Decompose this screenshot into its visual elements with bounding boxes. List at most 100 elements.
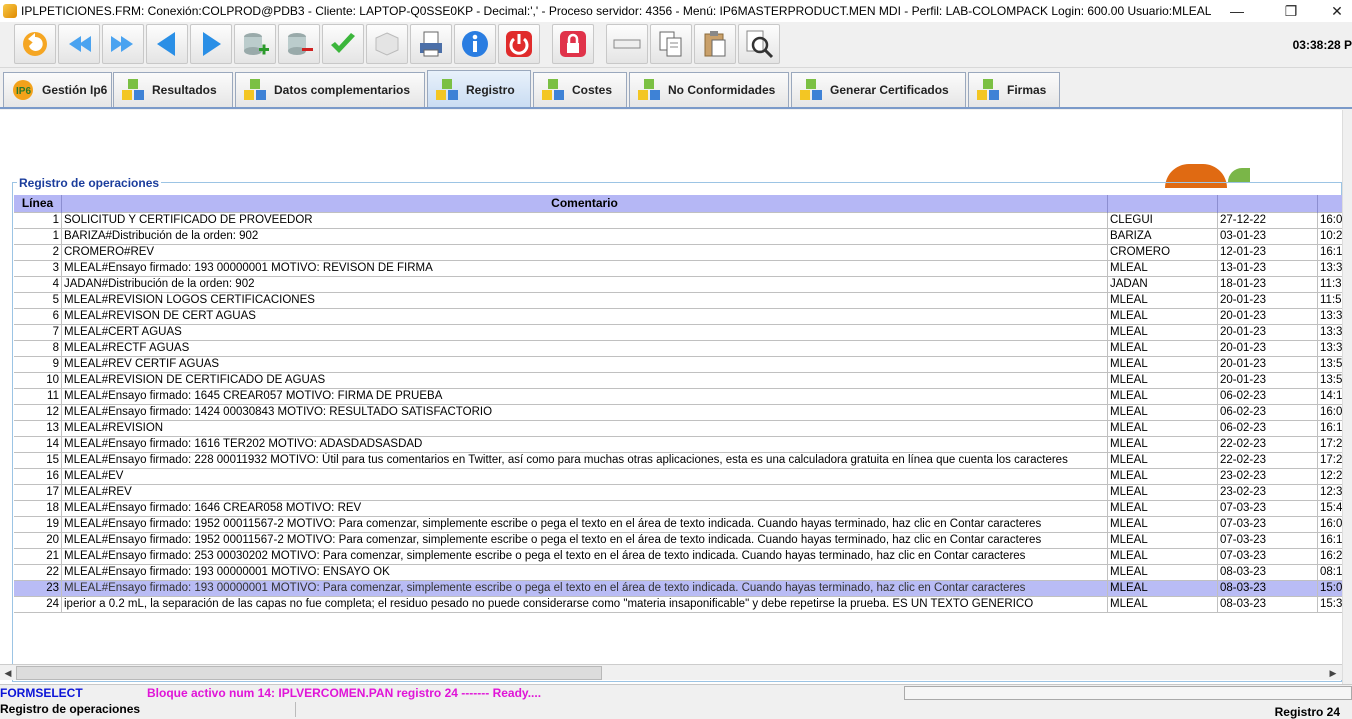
row-fecha[interactable]: 03-01-23 [1218,229,1318,245]
row-usuario[interactable]: MLEAL [1108,533,1218,549]
row-comentario[interactable]: MLEAL#Ensayo firmado: 193 00000001 MOTIV… [62,581,1108,597]
row-hora[interactable]: 13:3 [1318,341,1344,357]
table-row[interactable]: 7 MLEAL#CERT AGUAS MLEAL 20-01-23 13:3 [14,325,1344,341]
row-comentario[interactable]: MLEAL#Ensayo firmado: 1645 CREAR057 MOTI… [62,389,1108,405]
scroll-right-icon[interactable]: ▶ [1326,666,1340,680]
row-usuario[interactable]: MLEAL [1108,485,1218,501]
row-linea[interactable]: 3 [14,261,62,277]
row-usuario[interactable]: BARIZA [1108,229,1218,245]
restore-button[interactable]: ❐ [1268,0,1314,22]
row-fecha[interactable]: 23-02-23 [1218,469,1318,485]
table-row[interactable]: 10 MLEAL#REVISION DE CERTIFICADO DE AGUAS… [14,373,1344,389]
table-row[interactable]: 20 MLEAL#Ensayo firmado: 1952 00011567-2 … [14,533,1344,549]
row-hora[interactable]: 15:4 [1318,501,1344,517]
row-hora[interactable]: 13:3 [1318,325,1344,341]
paste-button[interactable] [694,24,736,64]
row-usuario[interactable]: MLEAL [1108,549,1218,565]
row-usuario[interactable]: MLEAL [1108,405,1218,421]
row-fecha[interactable]: 13-01-23 [1218,261,1318,277]
row-comentario[interactable]: JADAN#Distribución de la orden: 902 [62,277,1108,293]
undo-button[interactable] [14,24,56,64]
row-hora[interactable]: 16:2 [1318,549,1344,565]
row-hora[interactable]: 16:0 [1318,213,1344,229]
row-comentario[interactable]: iperior a 0.2 mL, la separación de las c… [62,597,1108,613]
row-fecha[interactable]: 20-01-23 [1218,293,1318,309]
row-hora[interactable]: 13:3 [1318,261,1344,277]
row-comentario[interactable]: MLEAL#RECTF AGUAS [62,341,1108,357]
table-row[interactable]: 15 MLEAL#Ensayo firmado: 228 00011932 MOT… [14,453,1344,469]
row-usuario[interactable]: MLEAL [1108,421,1218,437]
first-record-button[interactable] [58,24,100,64]
row-usuario[interactable]: MLEAL [1108,501,1218,517]
row-comentario[interactable]: MLEAL#CERT AGUAS [62,325,1108,341]
horizontal-scrollbar[interactable]: ◀ ▶ [0,664,1342,680]
table-row[interactable]: 1 BARIZA#Distribución de la orden: 902 BAR… [14,229,1344,245]
row-comentario[interactable]: MLEAL#Ensayo firmado: 253 00030202 MOTIV… [62,549,1108,565]
row-usuario[interactable]: MLEAL [1108,341,1218,357]
row-usuario[interactable]: MLEAL [1108,565,1218,581]
table-row[interactable]: 11 MLEAL#Ensayo firmado: 1645 CREAR057 MO… [14,389,1344,405]
close-button[interactable]: ✕ [1314,0,1352,22]
cube-button[interactable] [366,24,408,64]
row-comentario[interactable]: MLEAL#Ensayo firmado: 1424 00030843 MOTI… [62,405,1108,421]
header-usuario[interactable] [1108,195,1218,213]
row-usuario[interactable]: MLEAL [1108,309,1218,325]
row-hora[interactable]: 08:1 [1318,565,1344,581]
row-comentario[interactable]: MLEAL#Ensayo firmado: 228 00011932 MOTIV… [62,453,1108,469]
row-usuario[interactable]: MLEAL [1108,389,1218,405]
row-hora[interactable]: 14:1 [1318,389,1344,405]
row-linea[interactable]: 24 [14,597,62,613]
table-row[interactable]: 16 MLEAL#EV MLEAL 23-02-23 12:2 [14,469,1344,485]
row-hora[interactable]: 16:1 [1318,533,1344,549]
row-comentario[interactable]: BARIZA#Distribución de la orden: 902 [62,229,1108,245]
row-hora[interactable]: 13:5 [1318,357,1344,373]
row-comentario[interactable]: MLEAL#Ensayo firmado: 193 00000001 MOTIV… [62,565,1108,581]
row-linea[interactable]: 22 [14,565,62,581]
row-hora[interactable]: 16:0 [1318,405,1344,421]
tab-registro[interactable]: Registro [427,70,531,108]
table-row[interactable]: 13 MLEAL#REVISION MLEAL 06-02-23 16:1 [14,421,1344,437]
row-comentario[interactable]: MLEAL#REVISON DE CERT AGUAS [62,309,1108,325]
table-row[interactable]: 24 iperior a 0.2 mL, la separación de las… [14,597,1344,613]
table-row[interactable]: 21 MLEAL#Ensayo firmado: 253 00030202 MOT… [14,549,1344,565]
row-linea[interactable]: 19 [14,517,62,533]
row-hora[interactable]: 17:2 [1318,453,1344,469]
row-linea[interactable]: 12 [14,405,62,421]
row-fecha[interactable]: 20-01-23 [1218,373,1318,389]
row-fecha[interactable]: 06-02-23 [1218,389,1318,405]
table-row[interactable]: 5 MLEAL#REVISION LOGOS CERTIFICACIONES MLE… [14,293,1344,309]
row-hora[interactable]: 17:2 [1318,437,1344,453]
table-row[interactable]: 3 MLEAL#Ensayo firmado: 193 00000001 MOTI… [14,261,1344,277]
field-button[interactable] [606,24,648,64]
header-linea[interactable]: Línea [14,195,62,213]
row-linea[interactable]: 15 [14,453,62,469]
row-usuario[interactable]: MLEAL [1108,357,1218,373]
row-linea[interactable]: 20 [14,533,62,549]
row-linea[interactable]: 18 [14,501,62,517]
row-fecha[interactable]: 20-01-23 [1218,357,1318,373]
row-linea[interactable]: 16 [14,469,62,485]
copy-button[interactable] [650,24,692,64]
row-fecha[interactable]: 07-03-23 [1218,517,1318,533]
vertical-scrollbar[interactable] [1342,110,1352,684]
row-linea[interactable]: 8 [14,341,62,357]
table-row[interactable]: 22 MLEAL#Ensayo firmado: 193 00000001 MOT… [14,565,1344,581]
tab-generar-certificados[interactable]: Generar Certificados [791,72,966,107]
next-record-button[interactable] [190,24,232,64]
delete-record-button[interactable] [278,24,320,64]
exit-button[interactable] [498,24,540,64]
tab-resultados[interactable]: Resultados [113,72,233,107]
row-usuario[interactable]: MLEAL [1108,597,1218,613]
row-linea[interactable]: 23 [14,581,62,597]
row-linea[interactable]: 13 [14,421,62,437]
row-comentario[interactable]: MLEAL#Ensayo firmado: 1646 CREAR058 MOTI… [62,501,1108,517]
row-comentario[interactable]: CROMERO#REV [62,245,1108,261]
row-comentario[interactable]: MLEAL#REV [62,485,1108,501]
prev-record-button[interactable] [146,24,188,64]
row-comentario[interactable]: MLEAL#Ensayo firmado: 1952 00011567-2 MO… [62,517,1108,533]
header-fecha[interactable] [1218,195,1318,213]
table-row[interactable]: 2 CROMERO#REV CROMERO 12-01-23 16:1 [14,245,1344,261]
tab-costes[interactable]: Costes [533,72,627,107]
tab-datos-complementarios[interactable]: Datos complementarios [235,72,425,107]
row-hora[interactable]: 12:3 [1318,485,1344,501]
